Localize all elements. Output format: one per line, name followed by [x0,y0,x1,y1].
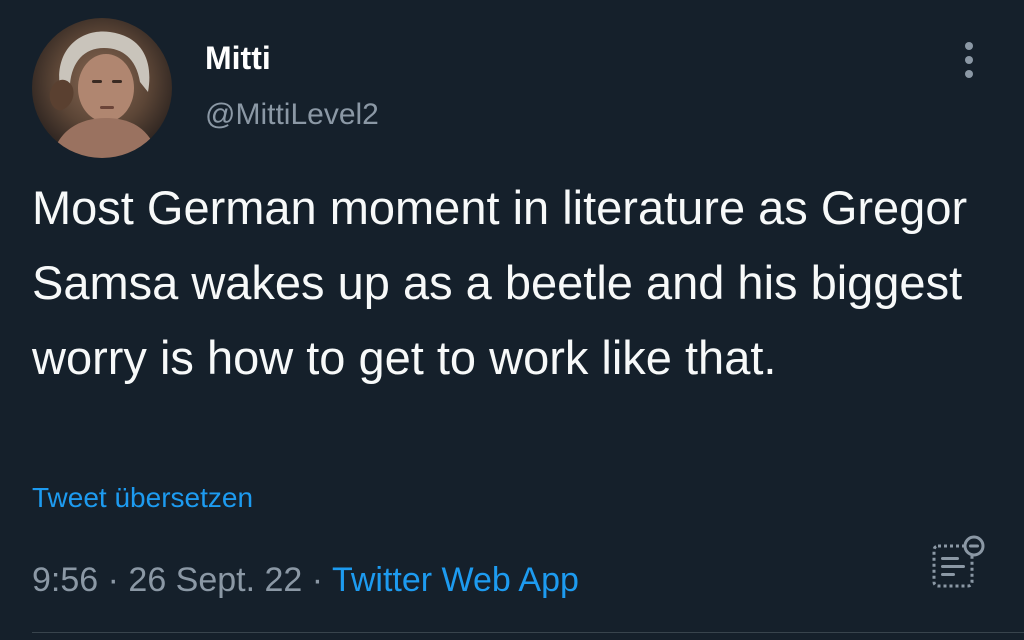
vertical-ellipsis-icon [965,42,973,78]
translate-tweet-link[interactable]: Tweet übersetzen [32,480,253,516]
tweet-time[interactable]: 9:56 [32,561,98,599]
tweet-source-link[interactable]: Twitter Web App [332,561,579,599]
tweet-card: Mitti @MittiLevel2 Most German moment in… [0,0,1024,640]
user-handle[interactable]: @MittiLevel2 [205,96,379,134]
divider [32,632,1024,633]
meta-separator: · [311,561,324,599]
more-options-button[interactable] [955,38,983,82]
tweet-metadata: 9:56 · 26 Sept. 22 · Twitter Web App [32,558,579,602]
tweet-date[interactable]: 26 Sept. 22 [128,561,302,599]
view-analytics-button[interactable] [928,532,988,592]
display-name[interactable]: Mitti [205,38,271,78]
avatar[interactable] [32,18,172,158]
tweet-text: Most German moment in literature as Greg… [32,181,968,384]
meta-separator: · [107,561,119,599]
profile-photo-icon [49,31,158,158]
view-tweet-analytics-icon [932,535,985,588]
